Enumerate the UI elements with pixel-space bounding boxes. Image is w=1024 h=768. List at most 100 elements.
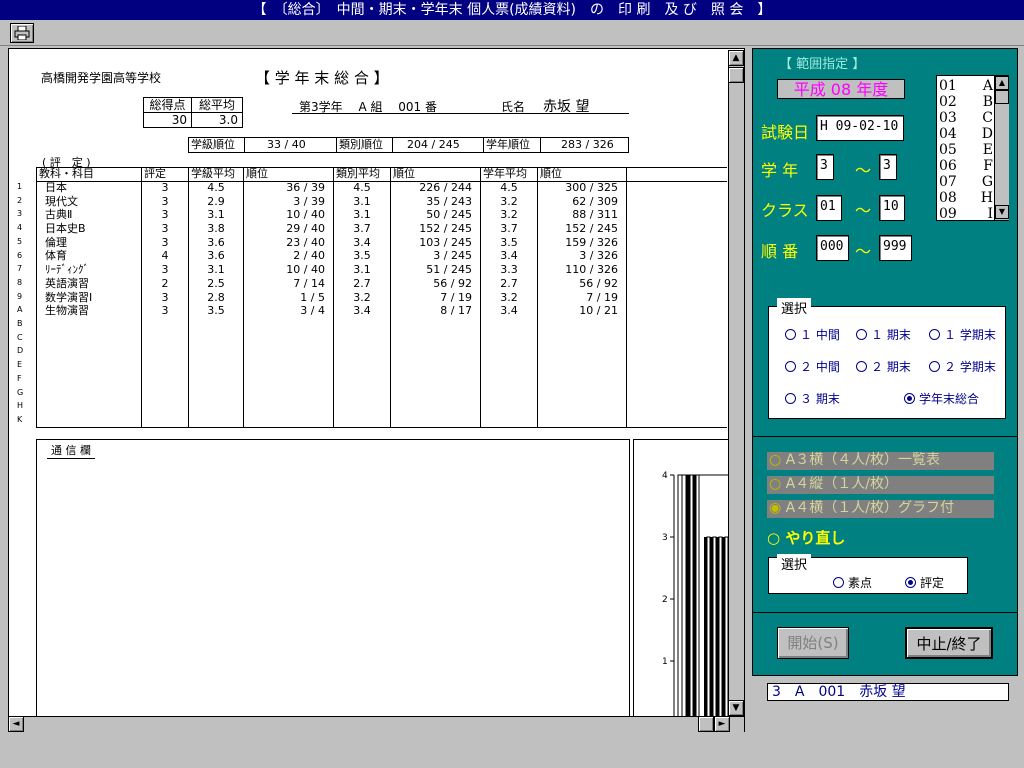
cell-grade-avg: 2.7 (480, 277, 538, 291)
type-rank-value: 204 / 245 (407, 138, 460, 151)
cell-grade-avg: 3.4 (480, 304, 538, 319)
vertical-scrollbar[interactable]: ▲ ▼ (728, 50, 744, 716)
print-option-a3[interactable]: ○ A３横（４人/枚）一覧表 (767, 452, 994, 470)
cell-type-rank: 8 / 17 (390, 304, 481, 319)
scroll-thumb[interactable] (728, 67, 744, 83)
radio-2-midterm[interactable]: ２ 中間 (785, 358, 840, 375)
row-index: F (17, 373, 22, 383)
cell-grade-rank: 56 / 92 (537, 277, 627, 291)
cell-type-avg: 3.1 (333, 208, 391, 223)
listbox-scrollbar[interactable]: ▲ ▼ (994, 76, 1009, 220)
cell-subject: 体育 (36, 249, 142, 264)
cell-type-avg: 2.7 (333, 277, 391, 291)
row-index: 3 (17, 209, 23, 219)
tick-label: 2 (662, 595, 668, 605)
scroll-right-button[interactable]: ► (714, 716, 730, 732)
list-item[interactable]: 04 D (939, 126, 993, 142)
list-item[interactable]: 07 G (939, 174, 993, 190)
grade-from-input[interactable]: 3 (816, 154, 834, 180)
seq-from-input[interactable]: 000 (816, 235, 849, 261)
tick-label: 3 (662, 533, 668, 543)
list-scroll-down-button[interactable]: ▼ (995, 205, 1009, 219)
class-to-input[interactable]: 10 (879, 195, 905, 221)
col-type-rank: 順位 (390, 167, 481, 182)
row-index: K (17, 414, 23, 424)
list-scroll-up-button[interactable]: ▲ (995, 76, 1009, 90)
cell-grade: 3 (141, 304, 189, 319)
stop-exit-button[interactable]: 中止/終了 (905, 627, 993, 659)
cell-grade: 3 (141, 235, 189, 250)
print-option-a4-landscape-graph[interactable]: ◉ A４横（１人/枚）グラフ付 (767, 500, 994, 518)
table-header: 教科・科目 評定 学級平均 順位 類別平均 順位 学年平均 順位 (36, 167, 727, 182)
list-item[interactable]: 06 F (939, 158, 993, 174)
radio-2-term-end[interactable]: ２ 学期末 (929, 358, 996, 375)
cell-grade: 3 (141, 290, 189, 305)
toolbar (0, 20, 1024, 46)
radio-raw-score[interactable]: 素点 (833, 574, 872, 591)
cell-type-rank: 152 / 245 (390, 222, 481, 236)
list-item[interactable]: 02 B (939, 94, 993, 110)
radio-2-final[interactable]: ２ 期末 (856, 358, 911, 375)
table-row: 日本 3 4.5 36 / 39 4.5 226 / 244 4.5 300 / 325 (36, 181, 727, 195)
print-option-a4-portrait[interactable]: ○ A４縦（１人/枚） (767, 476, 994, 494)
scroll-up-button[interactable]: ▲ (728, 50, 744, 66)
tick-label: 1 (662, 657, 668, 667)
cell-subject: 数学演習Ⅰ (36, 290, 142, 305)
print-button[interactable] (10, 23, 34, 43)
cell-class-rank: 29 / 40 (243, 222, 334, 236)
col-grade-avg: 学年平均 (480, 167, 538, 182)
range-panel: 【 範囲指定 】 平成 08 年度 01 A 02 B 03 C 04 D 05 E 06 F 07 G 0… (752, 48, 1018, 676)
hscroll-thumb[interactable] (698, 716, 714, 732)
cell-grade: 3 (141, 194, 189, 209)
radio-evaluation[interactable]: 評定 (905, 574, 944, 591)
cell-class-rank: 1 / 5 (243, 290, 334, 305)
radio-1-midterm[interactable]: １ 中間 (785, 326, 840, 343)
list-item[interactable]: 08 H (939, 190, 993, 206)
cell-grade-rank: 7 / 19 (537, 290, 627, 305)
scroll-left-button[interactable]: ◄ (8, 716, 24, 732)
scroll-down-button[interactable]: ▼ (728, 700, 744, 716)
table-row (36, 359, 727, 373)
cell-type-rank: 35 / 243 (390, 194, 481, 209)
cell-grade-avg: 3.2 (480, 208, 538, 223)
cell-grade-avg: 3.2 (480, 194, 538, 209)
cell-class-rank: 3 / 4 (243, 304, 334, 319)
list-scroll-thumb[interactable] (995, 90, 1009, 104)
col-subject: 教科・科目 (36, 167, 142, 182)
cell-class-avg: 3.6 (188, 249, 244, 264)
grade-rank-label: 学年順位 (486, 138, 530, 151)
table-row: 倫理 3 3.6 23 / 40 3.4 103 / 245 3.5 159 / 326 (36, 235, 727, 250)
cell-class-avg: 3.1 (188, 208, 244, 223)
class-listbox[interactable]: 01 A 02 B 03 C 04 D 05 E 06 F 07 G 08 H 09 I ▲ ▼ (936, 75, 1009, 222)
radio-1-final[interactable]: １ 期末 (856, 326, 911, 343)
start-button[interactable]: 開始(S) (777, 627, 849, 659)
col-type-avg: 類別平均 (333, 167, 391, 182)
list-item[interactable]: 05 E (939, 142, 993, 158)
redo-option[interactable]: ○ やり直し (767, 527, 845, 548)
report-preview: 高橋開発学園高等学校 【 学 年 末 総 合 】 総得点 総平均 30 3.0 … (8, 48, 745, 732)
cell-class-avg: 3.5 (188, 304, 244, 319)
grade-to-input[interactable]: 3 (879, 154, 897, 180)
exam-select-title: 選択 (777, 298, 812, 317)
list-item[interactable]: 09 I (939, 206, 993, 222)
radio-year-end-total[interactable]: 学年末総合 (904, 390, 979, 407)
radio-1-term-end[interactable]: １ 学期末 (929, 326, 996, 343)
horizontal-scrollbar[interactable]: ◄ ► (8, 716, 744, 732)
table-row: 体育 4 3.6 2 / 40 3.5 3 / 245 3.4 3 / 326 (36, 249, 727, 264)
list-item[interactable]: 01 A (939, 78, 993, 94)
cell-class-rank: 36 / 39 (243, 181, 334, 195)
cell-grade-rank: 152 / 245 (537, 222, 627, 236)
radio-3-final[interactable]: ３ 期末 (785, 390, 840, 407)
cell-class-avg: 4.5 (188, 181, 244, 195)
row-index: C (17, 332, 23, 342)
cell-class-avg: 3.1 (188, 263, 244, 277)
exam-date-input[interactable]: H 09-02-10 (816, 115, 904, 141)
cell-type-avg: 3.5 (333, 249, 391, 264)
seq-label: 順 番 (761, 242, 799, 261)
cell-grade-avg: 3.7 (480, 222, 538, 236)
list-item[interactable]: 03 C (939, 110, 993, 126)
class-from-input[interactable]: 01 (816, 195, 842, 221)
window-title: 【 〔総合〕 中間・期末・学年末 個人票(成績資料) の 印 刷 及 び 照 会… (0, 0, 1024, 20)
row-index: 4 (17, 223, 23, 233)
seq-to-input[interactable]: 999 (879, 235, 912, 261)
